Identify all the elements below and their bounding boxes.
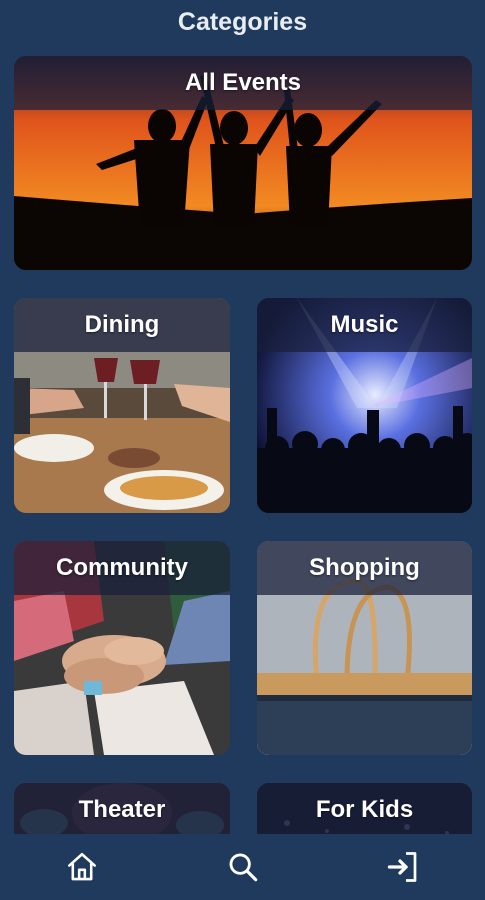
page-title: Categories	[177, 7, 308, 36]
search-button[interactable]	[223, 847, 263, 887]
home-button[interactable]	[62, 847, 102, 887]
sign-in-icon	[387, 852, 417, 882]
bottom-navigation	[0, 834, 485, 900]
category-card-all-events[interactable]: All Events	[14, 56, 472, 270]
category-card-shopping[interactable]: Shopping	[257, 541, 472, 755]
category-label: Community	[14, 541, 230, 595]
category-label: Dining	[14, 298, 230, 352]
category-card-music[interactable]: Music	[257, 298, 472, 513]
category-label: Theater	[14, 783, 230, 837]
category-label: All Events	[14, 56, 472, 110]
search-icon	[229, 853, 257, 882]
category-card-dining[interactable]: Dining	[14, 298, 230, 513]
home-icon	[67, 852, 97, 881]
category-label: Music	[257, 298, 472, 352]
category-card-community[interactable]: Community	[14, 541, 230, 755]
category-label: Shopping	[257, 541, 472, 595]
category-label: For Kids	[257, 783, 472, 837]
sign-in-button[interactable]	[383, 847, 423, 887]
